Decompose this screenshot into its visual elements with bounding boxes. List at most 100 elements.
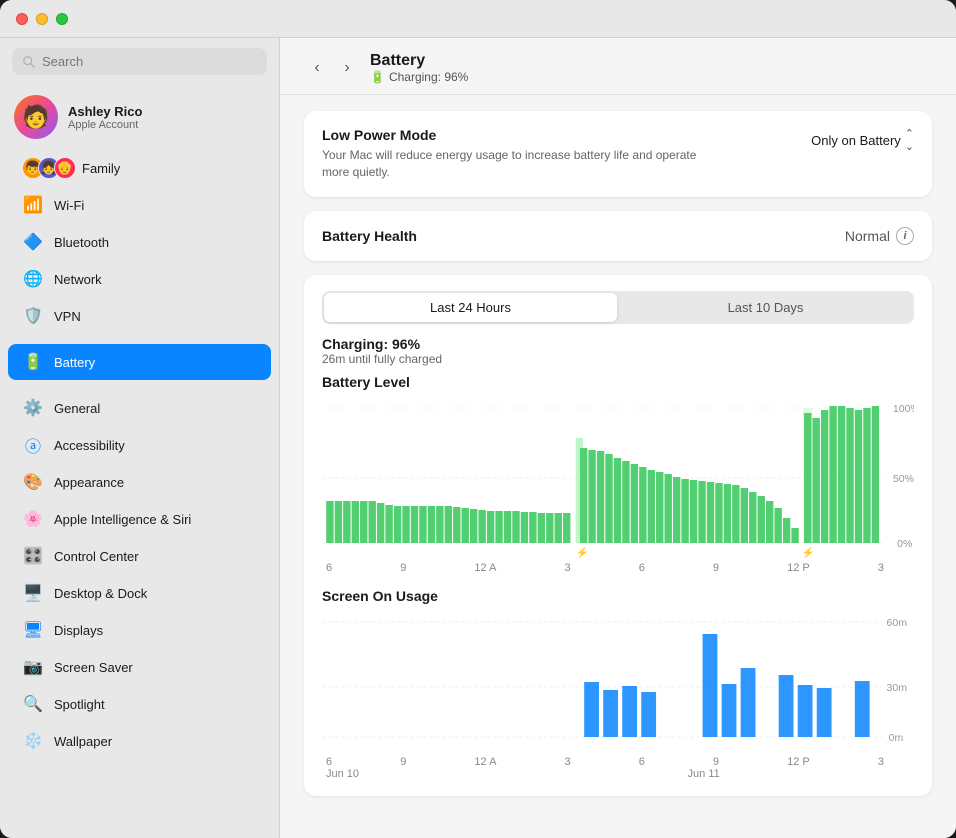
- close-button[interactable]: [16, 13, 28, 25]
- search-icon: [22, 55, 36, 69]
- appearance-icon: 🎨: [22, 471, 44, 493]
- info-button[interactable]: i: [896, 227, 914, 245]
- screen-date-labels: Jun 10 Jun 11: [322, 768, 914, 780]
- sidebar-item-screen-saver[interactable]: 📷 Screen Saver: [8, 649, 271, 685]
- wallpaper-icon: ❄️: [22, 730, 44, 752]
- battery-x-labels: 6 9 12 A 3 6 9 12 P 3: [322, 562, 914, 574]
- svg-text:0m: 0m: [889, 733, 904, 744]
- main-header: ‹ › Battery 🔋 Charging: 96%: [280, 38, 956, 95]
- family-avatars: 👦 👧 👴: [22, 157, 70, 179]
- avatar: 🧑: [14, 95, 58, 139]
- siri-icon: 🌸: [22, 508, 44, 530]
- spotlight-icon: 🔍: [22, 693, 44, 715]
- sidebar-item-family[interactable]: 👦 👧 👴 Family: [8, 150, 271, 186]
- content-area: 🧑 Ashley Rico Apple Account 👦 👧 👴 Family…: [0, 38, 956, 838]
- search-input[interactable]: [42, 54, 257, 69]
- svg-text:30m: 30m: [887, 683, 908, 694]
- bh-right: Normal i: [845, 227, 914, 245]
- charging-info: Charging: 96% 26m until fully charged: [322, 336, 914, 366]
- minimize-button[interactable]: [36, 13, 48, 25]
- displays-icon: 🖥: [22, 619, 44, 641]
- tab-last-24-hours[interactable]: Last 24 Hours: [324, 293, 617, 322]
- lpm-value: Only on Battery: [811, 133, 901, 148]
- battery-chart-card: Last 24 Hours Last 10 Days Charging: 96%…: [304, 275, 932, 796]
- control-icon: 🎛️: [22, 545, 44, 567]
- sidebar-item-label: Spotlight: [54, 697, 105, 712]
- svg-text:50%: 50%: [893, 474, 914, 485]
- sidebar-item-label: Screen Saver: [54, 660, 133, 675]
- sidebar-item-appearance[interactable]: 🎨 Appearance: [8, 464, 271, 500]
- screen-x-labels: 6 9 12 A 3 6 9 12 P 3: [322, 756, 914, 768]
- sidebar-item-label: Apple Intelligence & Siri: [54, 512, 191, 527]
- titlebar: [0, 0, 956, 38]
- sidebar-item-label: Wallpaper: [54, 734, 112, 749]
- maximize-button[interactable]: [56, 13, 68, 25]
- sidebar-item-displays[interactable]: 🖥 Displays: [8, 612, 271, 648]
- search-box[interactable]: [12, 48, 267, 75]
- lpm-left: Low Power Mode Your Mac will reduce ener…: [322, 127, 702, 181]
- screensaver-icon: 📷: [22, 656, 44, 678]
- sidebar-item-wallpaper[interactable]: ❄️ Wallpaper: [8, 723, 271, 759]
- user-info: Ashley Rico Apple Account: [68, 104, 142, 131]
- wifi-icon: 📶: [22, 194, 44, 216]
- back-button[interactable]: ‹: [304, 55, 330, 81]
- bluetooth-icon: 🔷: [22, 231, 44, 253]
- sidebar-spacer-vpn: [0, 335, 279, 343]
- battery-level-svg: 100% 50% 0%: [322, 398, 914, 558]
- accessibility-icon: ⓐ: [22, 434, 44, 456]
- sidebar-items: 👦 👧 👴 Family 📶 Wi-Fi 🔷 Bluetooth 🌐 Netwo…: [0, 149, 279, 760]
- low-power-mode-card: Low Power Mode Your Mac will reduce ener…: [304, 111, 932, 197]
- chevron-updown-icon: ⌃⌄: [905, 127, 914, 153]
- page-title: Battery: [370, 52, 468, 70]
- battery-health-value: Normal: [845, 228, 890, 244]
- battery-icon: 🔋: [22, 351, 44, 373]
- sidebar-item-label: Network: [54, 272, 102, 287]
- sidebar-item-wifi[interactable]: 📶 Wi-Fi: [8, 187, 271, 223]
- sidebar-item-label: Accessibility: [54, 438, 125, 453]
- sidebar-item-network[interactable]: 🌐 Network: [8, 261, 271, 297]
- user-sub: Apple Account: [68, 119, 142, 131]
- vpn-icon: 🛡️: [22, 305, 44, 327]
- page-subtitle: 🔋 Charging: 96%: [370, 70, 468, 84]
- header-title-block: Battery 🔋 Charging: 96%: [370, 52, 468, 84]
- tab-last-10-days[interactable]: Last 10 Days: [619, 293, 912, 322]
- sidebar-item-label: Bluetooth: [54, 235, 109, 250]
- desktop-icon: 🖥️: [22, 582, 44, 604]
- battery-level-chart: 100% 50% 0%: [322, 398, 914, 558]
- charging-subtitle: 26m until fully charged: [322, 352, 914, 366]
- sidebar-item-label: Battery: [54, 355, 95, 370]
- svg-text:⚡: ⚡: [576, 546, 589, 558]
- tab-bar: Last 24 Hours Last 10 Days: [322, 291, 914, 324]
- battery-health-title: Battery Health: [322, 228, 417, 244]
- forward-button[interactable]: ›: [334, 55, 360, 81]
- svg-text:60m: 60m: [887, 618, 908, 629]
- sidebar-item-desktop-dock[interactable]: 🖥️ Desktop & Dock: [8, 575, 271, 611]
- sidebar-item-spotlight[interactable]: 🔍 Spotlight: [8, 686, 271, 722]
- screen-usage-title: Screen On Usage: [322, 588, 914, 604]
- main-content: ‹ › Battery 🔋 Charging: 96% Low Power Mo…: [280, 38, 956, 838]
- charging-title: Charging: 96%: [322, 336, 914, 352]
- sidebar-item-label: Wi-Fi: [54, 198, 84, 213]
- sidebar-item-label: VPN: [54, 309, 81, 324]
- sidebar-item-control-center[interactable]: 🎛️ Control Center: [8, 538, 271, 574]
- screen-usage-chart: 60m 30m 0m: [322, 612, 914, 752]
- battery-level-title: Battery Level: [322, 374, 914, 390]
- sidebar-item-general[interactable]: ⚙️ General: [8, 390, 271, 426]
- main-body: Low Power Mode Your Mac will reduce ener…: [280, 95, 956, 812]
- network-icon: 🌐: [22, 268, 44, 290]
- sidebar-item-accessibility[interactable]: ⓐ Accessibility: [8, 427, 271, 463]
- user-name: Ashley Rico: [68, 104, 142, 119]
- lpm-right[interactable]: Only on Battery ⌃⌄: [811, 127, 914, 153]
- sidebar-item-label: Appearance: [54, 475, 124, 490]
- svg-text:100%: 100%: [893, 404, 914, 415]
- sidebar-item-battery[interactable]: 🔋 Battery: [8, 344, 271, 380]
- sidebar-item-label: Control Center: [54, 549, 139, 564]
- sidebar-item-vpn[interactable]: 🛡️ VPN: [8, 298, 271, 334]
- general-icon: ⚙️: [22, 397, 44, 419]
- battery-charging-icon: 🔋: [370, 70, 385, 84]
- sidebar-item-apple-intelligence[interactable]: 🌸 Apple Intelligence & Siri: [8, 501, 271, 537]
- sidebar: 🧑 Ashley Rico Apple Account 👦 👧 👴 Family…: [0, 38, 280, 838]
- sidebar-item-label: Desktop & Dock: [54, 586, 147, 601]
- sidebar-item-bluetooth[interactable]: 🔷 Bluetooth: [8, 224, 271, 260]
- user-profile[interactable]: 🧑 Ashley Rico Apple Account: [0, 85, 279, 149]
